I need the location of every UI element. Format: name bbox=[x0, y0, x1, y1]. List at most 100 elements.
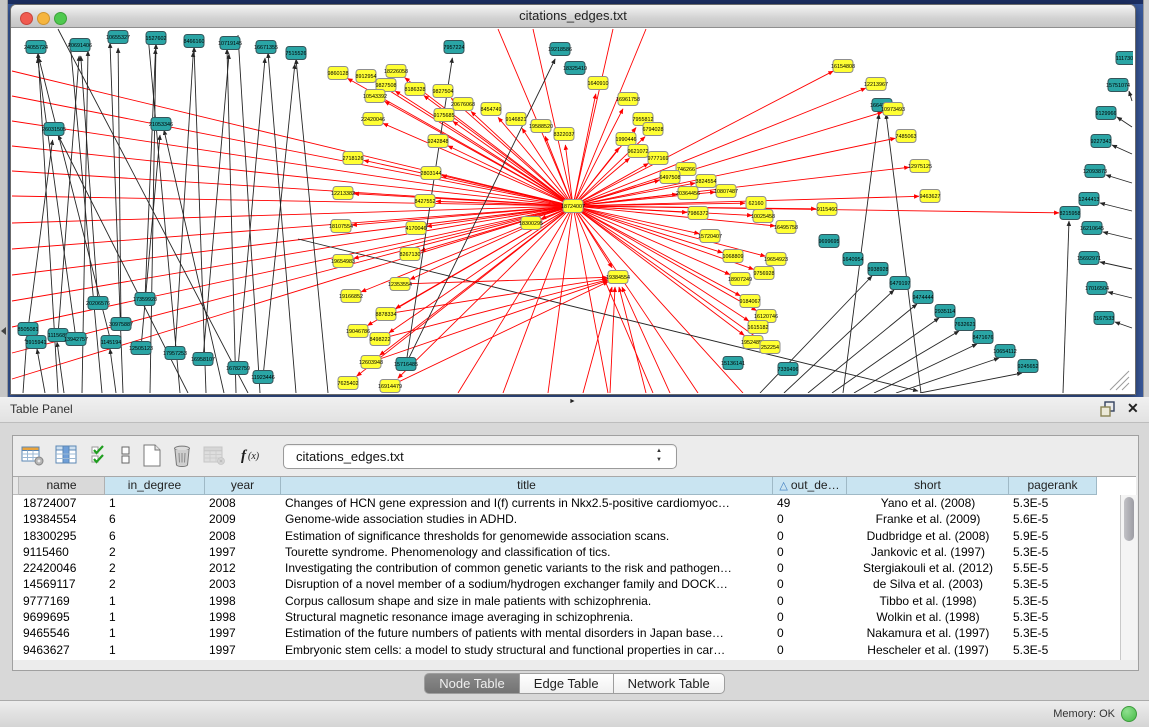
table-cell[interactable]: 0 bbox=[773, 560, 847, 576]
table-cell[interactable]: 2008 bbox=[205, 495, 281, 511]
graph-edge[interactable] bbox=[565, 145, 572, 200]
network-canvas[interactable]: 2405572420691406106553271527602846616010… bbox=[11, 28, 1133, 393]
column-header-out-de-[interactable]: △out_de… bbox=[773, 477, 847, 495]
table-cell[interactable]: 5.3E-5 bbox=[1009, 495, 1097, 511]
graph-edge[interactable] bbox=[37, 58, 75, 333]
table-cell[interactable]: 1 bbox=[105, 593, 205, 609]
function-builder-icon[interactable]: f(x) bbox=[239, 444, 267, 471]
graph-edge[interactable] bbox=[1115, 322, 1132, 328]
graph-edge[interactable] bbox=[784, 290, 894, 393]
graph-edge[interactable] bbox=[377, 281, 608, 360]
table-cell[interactable]: 49 bbox=[773, 495, 847, 511]
graph-edge[interactable] bbox=[576, 109, 623, 201]
graph-edge[interactable] bbox=[573, 29, 613, 206]
graph-edge[interactable] bbox=[204, 54, 230, 353]
minimize-window-button[interactable] bbox=[37, 12, 50, 25]
graph-edge[interactable] bbox=[12, 121, 573, 206]
table-cell[interactable]: 9465546 bbox=[19, 625, 105, 641]
float-window-icon[interactable] bbox=[1100, 401, 1117, 422]
table-cell[interactable]: Yano et al. (2008) bbox=[847, 495, 1009, 511]
graph-edge[interactable] bbox=[110, 349, 116, 393]
delete-table-icon[interactable] bbox=[171, 444, 193, 473]
table-row[interactable]: 911546021997Tourette syndrome. Phenomeno… bbox=[13, 544, 1119, 560]
table-cell[interactable]: Structural magnetic resonance image aver… bbox=[281, 609, 773, 625]
table-row[interactable]: 946362711997Embryonic stem cells: a mode… bbox=[13, 642, 1119, 658]
table-cell[interactable]: 1 bbox=[105, 625, 205, 641]
graph-edge[interactable] bbox=[29, 140, 53, 323]
table-cell[interactable]: Franke et al. (2009) bbox=[847, 511, 1009, 527]
table-cell[interactable]: 18724007 bbox=[19, 495, 105, 511]
table-cell[interactable]: 9777169 bbox=[19, 593, 105, 609]
table-cell[interactable]: 6 bbox=[105, 528, 205, 544]
graph-edge[interactable] bbox=[1129, 91, 1132, 101]
graph-edge[interactable] bbox=[1103, 232, 1132, 239]
table-cell[interactable]: Genome-wide association studies in ADHD. bbox=[281, 511, 773, 527]
table-cell[interactable]: 9699695 bbox=[19, 609, 105, 625]
table-cell[interactable]: 9463627 bbox=[19, 642, 105, 658]
graph-edge[interactable] bbox=[1100, 262, 1132, 269]
zoom-window-button[interactable] bbox=[54, 12, 67, 25]
table-cell[interactable]: Estimation of significance thresholds fo… bbox=[281, 528, 773, 544]
table-cell[interactable]: Estimation of the future numbers of pati… bbox=[281, 625, 773, 641]
table-cell[interactable]: 5.5E-5 bbox=[1009, 560, 1097, 576]
table-cell[interactable]: de Silva et al. (2003) bbox=[847, 576, 1009, 592]
table-cell[interactable]: 1998 bbox=[205, 593, 281, 609]
left-panel-edge[interactable] bbox=[0, 0, 8, 397]
table-cell[interactable]: Hescheler et al. (1997) bbox=[847, 642, 1009, 658]
table-cell[interactable]: Dudbridge et al. (2008) bbox=[847, 528, 1009, 544]
column-header-short[interactable]: short bbox=[847, 477, 1009, 495]
graph-edge[interactable] bbox=[583, 287, 612, 393]
graph-edge[interactable] bbox=[57, 342, 64, 393]
table-cell[interactable]: Changes of HCN gene expression and I(f) … bbox=[281, 495, 773, 511]
tab-network-table[interactable]: Network Table bbox=[614, 673, 725, 694]
graph-edge[interactable] bbox=[395, 282, 608, 384]
column-header-name[interactable]: name bbox=[19, 477, 105, 495]
table-panel-header[interactable]: Table Panel ► ✕ bbox=[0, 397, 1149, 423]
tab-edge-table[interactable]: Edge Table bbox=[520, 673, 614, 694]
show-columns-icon[interactable] bbox=[55, 444, 79, 471]
table-row[interactable]: 946554611997Estimation of the future num… bbox=[13, 625, 1119, 641]
graph-edge[interactable] bbox=[268, 53, 296, 393]
column-header-title[interactable]: title bbox=[281, 477, 773, 495]
collapse-left-arrow-icon[interactable] bbox=[1, 327, 6, 335]
column-header-in-degree[interactable]: in_degree bbox=[105, 477, 205, 495]
table-row[interactable]: 969969511998Structural magnetic resonanc… bbox=[13, 609, 1119, 625]
table-cell[interactable]: Investigating the contribution of common… bbox=[281, 560, 773, 576]
table-cell[interactable]: 1998 bbox=[205, 609, 281, 625]
graph-edge[interactable] bbox=[579, 207, 775, 226]
table-cell[interactable]: 5.9E-5 bbox=[1009, 528, 1097, 544]
table-cell[interactable]: 5.3E-5 bbox=[1009, 576, 1097, 592]
table-cell[interactable]: 0 bbox=[773, 625, 847, 641]
table-cell[interactable]: 0 bbox=[773, 511, 847, 527]
graph-edge[interactable] bbox=[406, 277, 607, 283]
graph-edge[interactable] bbox=[421, 208, 568, 251]
window-title-bar[interactable]: citations_edges.txt bbox=[11, 5, 1135, 28]
graph-edge[interactable] bbox=[1117, 117, 1132, 127]
graph-edge[interactable] bbox=[12, 206, 573, 249]
graph-edge[interactable] bbox=[573, 206, 653, 393]
table-row[interactable]: 977716911998Corpus callosum shape and si… bbox=[13, 593, 1119, 609]
table-cell[interactable]: 1 bbox=[105, 495, 205, 511]
table-row[interactable]: 1456911722003Disruption of a novel membe… bbox=[13, 576, 1119, 592]
graph-edge[interactable] bbox=[1106, 175, 1132, 183]
table-cell[interactable]: 0 bbox=[773, 544, 847, 560]
scrollbar-thumb[interactable] bbox=[1124, 497, 1134, 541]
table-cell[interactable]: 0 bbox=[773, 642, 847, 658]
network-canvas-svg[interactable]: 2405572420691406106553271527602846616010… bbox=[11, 28, 1133, 393]
table-cell[interactable]: 1997 bbox=[205, 544, 281, 560]
graph-edge[interactable] bbox=[1063, 221, 1069, 393]
table-cell[interactable]: 5.6E-5 bbox=[1009, 511, 1097, 527]
graph-edge[interactable] bbox=[410, 208, 568, 279]
graph-edge[interactable] bbox=[610, 287, 615, 393]
table-row[interactable]: 1872400712008Changes of HCN gene express… bbox=[13, 495, 1119, 511]
graph-edge[interactable] bbox=[920, 373, 1022, 393]
column-header-pagerank[interactable]: pagerank bbox=[1009, 477, 1097, 495]
table-cell[interactable]: 5.3E-5 bbox=[1009, 625, 1097, 641]
table-settings-icon[interactable] bbox=[21, 444, 45, 471]
table-cell[interactable]: 2 bbox=[105, 576, 205, 592]
new-table-icon[interactable] bbox=[141, 444, 163, 473]
graph-edge[interactable] bbox=[808, 304, 917, 393]
table-cell[interactable]: Jankovic et al. (1997) bbox=[847, 544, 1009, 560]
table-row[interactable]: 1830029562008Estimation of significance … bbox=[13, 528, 1119, 544]
graph-edge[interactable] bbox=[874, 344, 977, 393]
